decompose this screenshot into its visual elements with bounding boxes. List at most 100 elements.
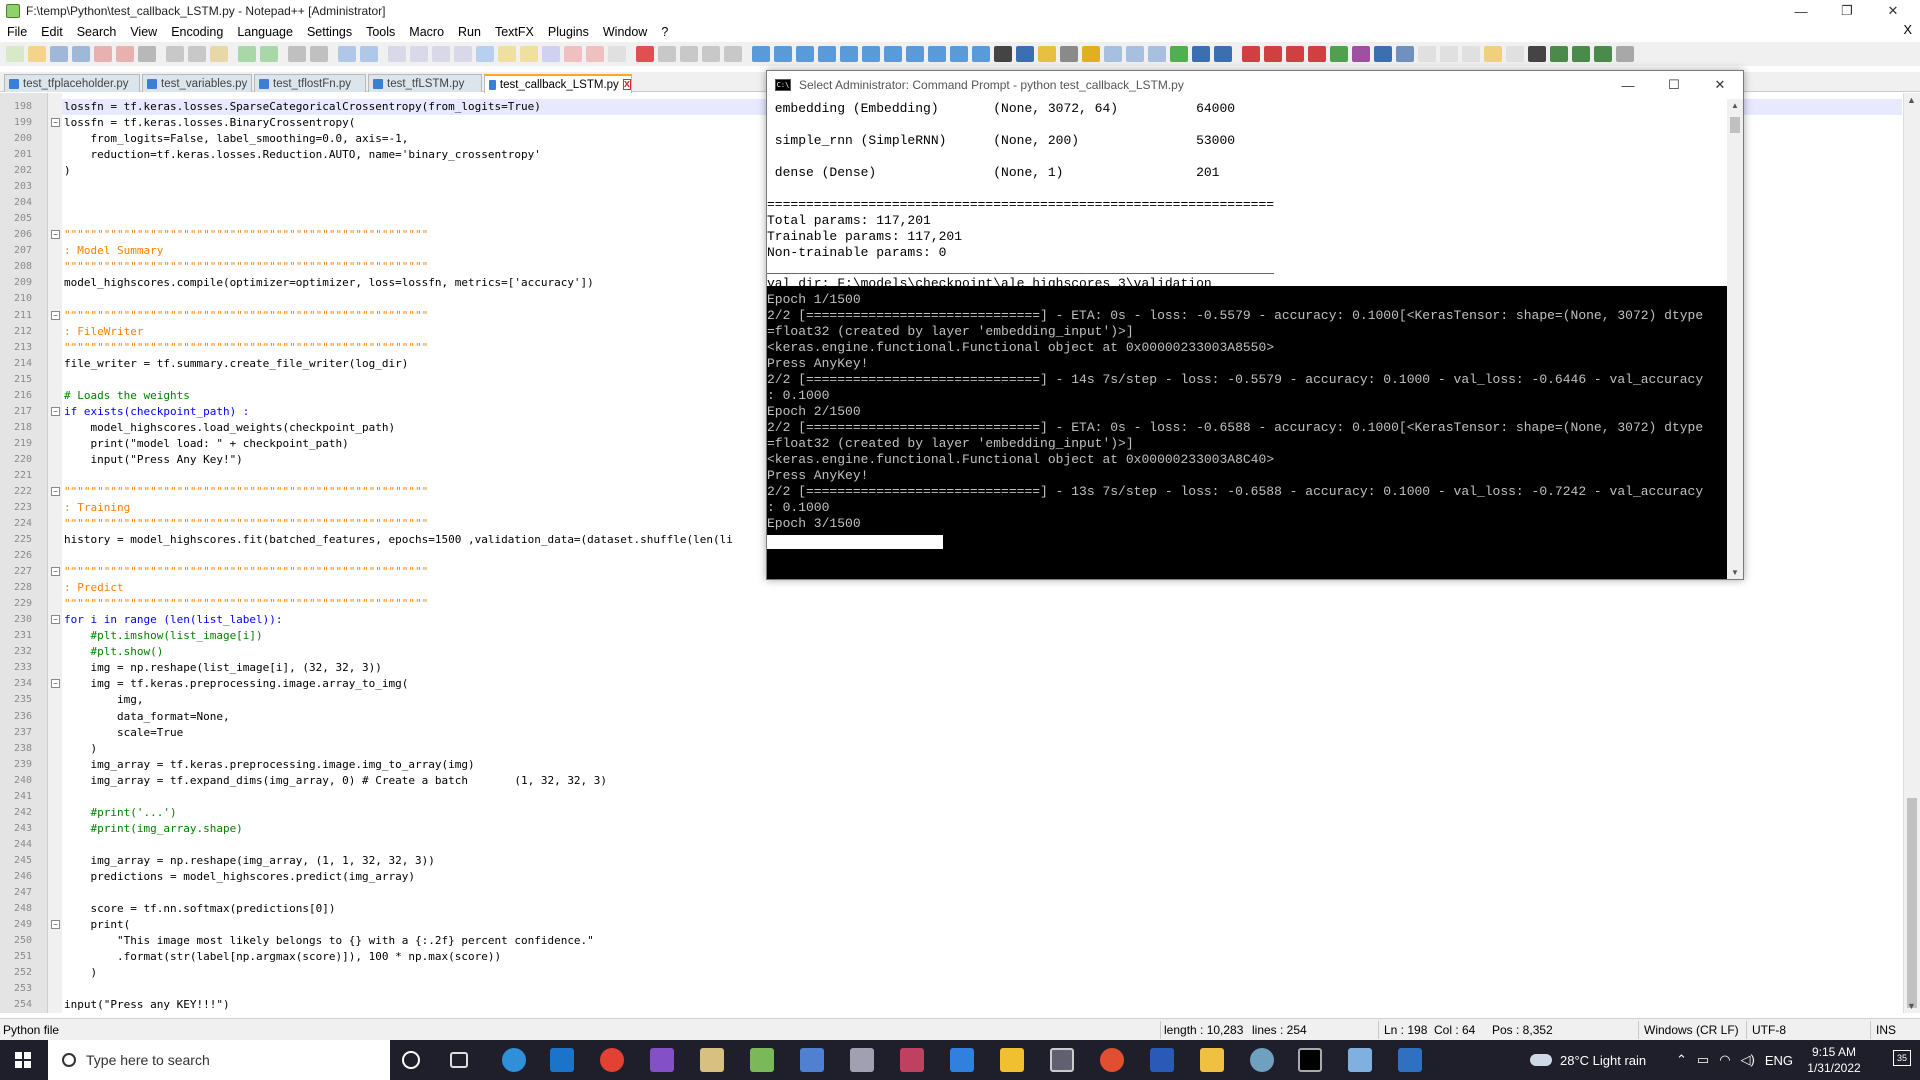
print-icon[interactable]: [138, 46, 156, 62]
diff-icon[interactable]: [1330, 46, 1348, 62]
cmd-title-bar[interactable]: C:\ Select Administrator: Command Prompt…: [767, 71, 1743, 99]
close-document-button[interactable]: X: [1903, 22, 1912, 37]
spell-check-icon[interactable]: [1594, 46, 1612, 62]
arrow-up-icon[interactable]: [752, 46, 770, 62]
explorer-tool-icon[interactable]: [700, 1048, 724, 1072]
task-view-icon[interactable]: [450, 1052, 468, 1068]
new-file-icon[interactable]: [6, 46, 24, 62]
globe-icon[interactable]: [1082, 46, 1100, 62]
open-file-icon[interactable]: [28, 46, 46, 62]
printer-icon[interactable]: [850, 1048, 874, 1072]
first-icon[interactable]: [1242, 46, 1260, 62]
compare-icon[interactable]: [1148, 46, 1166, 62]
tab-test-tfplaceholder[interactable]: test_tfplaceholder.py: [4, 74, 140, 92]
prev-icon[interactable]: [1264, 46, 1282, 62]
wifi-icon[interactable]: ◠: [1719, 1052, 1730, 1068]
fold-toggle-icon[interactable]: −: [51, 310, 60, 320]
chain-icon[interactable]: [1126, 46, 1144, 62]
sync-vertical-icon[interactable]: [388, 46, 406, 62]
link-icon[interactable]: [994, 46, 1012, 62]
close-icon[interactable]: [94, 46, 112, 62]
speaker-icon[interactable]: ◁): [1741, 1052, 1755, 1068]
scroll-up-icon[interactable]: ▲: [1731, 101, 1739, 110]
weather-widget[interactable]: 28°C Light rain: [1530, 1040, 1646, 1080]
fold-toggle-icon[interactable]: −: [51, 118, 60, 128]
editor-vertical-scrollbar[interactable]: ▲ ▼: [1903, 93, 1920, 1013]
highlight-icon[interactable]: [1484, 46, 1502, 62]
doc-map-icon[interactable]: [520, 46, 538, 62]
menu-macro[interactable]: Macro: [402, 25, 451, 39]
sticky-notes-icon[interactable]: [1000, 1048, 1024, 1072]
fold-toggle-icon[interactable]: −: [51, 567, 60, 577]
tab-test-tflostfn[interactable]: test_tflostFn.py: [254, 74, 366, 92]
fold-toggle-icon[interactable]: −: [51, 230, 60, 240]
scrollbar-thumb[interactable]: [1907, 798, 1917, 1008]
doc-view-icon[interactable]: [1462, 46, 1480, 62]
play-multiple-icon[interactable]: [702, 46, 720, 62]
show-all-chars-icon[interactable]: [454, 46, 472, 62]
start-button[interactable]: [0, 1040, 46, 1080]
menu-search[interactable]: Search: [70, 25, 124, 39]
tab-test-tflstm[interactable]: test_tfLSTM.py: [368, 74, 482, 92]
menu-plugins[interactable]: Plugins: [541, 25, 596, 39]
fold-toggle-icon[interactable]: −: [51, 679, 60, 689]
arrow-right-icon[interactable]: [796, 46, 814, 62]
doc-icon[interactable]: [1418, 46, 1436, 62]
paste-icon[interactable]: [210, 46, 228, 62]
tab-test-variables[interactable]: test_variables.py: [142, 74, 252, 92]
cmd-minimize-button[interactable]: —: [1605, 71, 1651, 99]
arrow-left-icon[interactable]: [774, 46, 792, 62]
replace-icon[interactable]: [310, 46, 328, 62]
function-list-icon[interactable]: [542, 46, 560, 62]
save-icon[interactable]: [50, 46, 68, 62]
menu-window[interactable]: Window: [596, 25, 654, 39]
tab-close-icon[interactable]: x: [622, 79, 631, 90]
clipboard-icon[interactable]: [1016, 46, 1034, 62]
tab-test-callback-lstm[interactable]: test_callback_LSTM.py x: [484, 74, 632, 93]
close-button[interactable]: ✕: [1870, 0, 1916, 22]
settings-gear-icon[interactable]: [1250, 1048, 1274, 1072]
scrollbar-thumb[interactable]: [1730, 117, 1740, 133]
bookmark-icon[interactable]: [862, 46, 880, 62]
menu-run[interactable]: Run: [451, 25, 488, 39]
monitoring-icon[interactable]: [586, 46, 604, 62]
menu-view[interactable]: View: [123, 25, 164, 39]
udl-icon[interactable]: [498, 46, 516, 62]
menu-tools[interactable]: Tools: [359, 25, 402, 39]
stop-macro-icon[interactable]: [658, 46, 676, 62]
cmd-console-output[interactable]: embedding (Embedding) (None, 3072, 64) 6…: [767, 99, 1727, 579]
collapse-icon[interactable]: [928, 46, 946, 62]
undo-icon[interactable]: [238, 46, 256, 62]
powershell-icon[interactable]: [1150, 1048, 1174, 1072]
command-prompt-window[interactable]: C:\ Select Administrator: Command Prompt…: [766, 70, 1744, 580]
cortana-icon[interactable]: [402, 1051, 420, 1069]
zoom-in-icon[interactable]: [338, 46, 356, 62]
close-all-icon[interactable]: [116, 46, 134, 62]
notification-center-icon[interactable]: 35: [1890, 1048, 1914, 1072]
photos-icon[interactable]: [950, 1048, 974, 1072]
scroll-down-icon[interactable]: ▼: [1731, 568, 1739, 577]
visual-studio-icon[interactable]: [650, 1048, 674, 1072]
sync-horizontal-icon[interactable]: [410, 46, 428, 62]
copy-icon[interactable]: [188, 46, 206, 62]
notepadpp-taskbar-icon[interactable]: [750, 1048, 774, 1072]
calculator-icon[interactable]: [1398, 1048, 1422, 1072]
menu-file[interactable]: File: [0, 25, 34, 39]
file-explorer-icon[interactable]: [1200, 1048, 1224, 1072]
chevron-up-icon[interactable]: ⌃: [1676, 1052, 1687, 1068]
menu-settings[interactable]: Settings: [300, 25, 359, 39]
language-indicator[interactable]: ENG: [1765, 1053, 1793, 1068]
check-icon[interactable]: [1170, 46, 1188, 62]
sync-icon[interactable]: [1192, 46, 1210, 62]
navigate-icon[interactable]: [1374, 46, 1392, 62]
save-macro-icon[interactable]: [724, 46, 742, 62]
find-icon[interactable]: [288, 46, 306, 62]
record-macro-icon[interactable]: [636, 46, 654, 62]
save-all-icon[interactable]: [72, 46, 90, 62]
fold-toggle-icon[interactable]: −: [51, 406, 60, 416]
zoom-out-icon[interactable]: [360, 46, 378, 62]
matlab-icon[interactable]: [1100, 1048, 1124, 1072]
cmd-vertical-scrollbar[interactable]: ▲ ▼: [1727, 99, 1743, 579]
scroll-down-icon[interactable]: ▼: [1907, 1001, 1916, 1011]
3d-box-icon[interactable]: [1050, 1048, 1074, 1072]
